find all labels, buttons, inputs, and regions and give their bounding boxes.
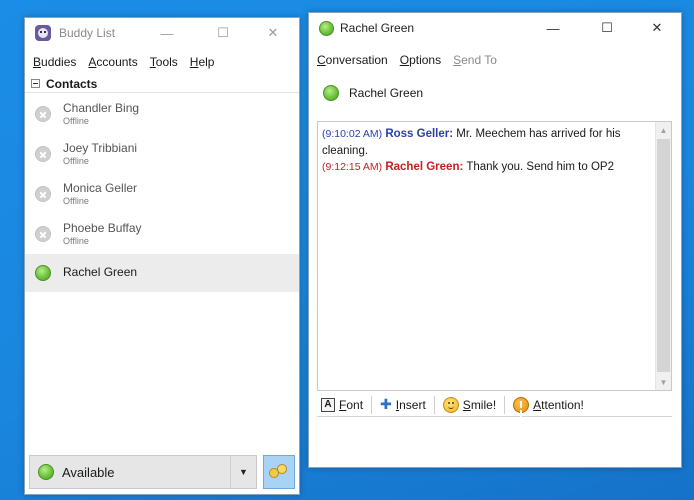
buddy-list-title: Buddy List [59,26,116,40]
buddy-list-menubar: Buddies Accounts Tools Help [25,51,299,73]
group-label: Contacts [46,76,98,91]
conversation-title: Rachel Green [340,21,415,35]
menu-conversation[interactable]: Conversation [317,53,388,67]
buddy-list-titlebar[interactable]: Buddy List — ☐ ✕ [25,18,299,48]
buddy-status: Offline [63,115,89,126]
menu-send-to[interactable]: Send To [453,53,497,67]
menu-accounts[interactable]: Accounts [88,55,137,69]
insert-icon: ✚ [380,396,392,412]
message: (9:10:02 AM) Ross Geller: Mr. Meechem ha… [322,126,649,159]
minimize-button[interactable]: — [145,18,189,48]
buddy-status: Offline [63,235,89,246]
pidgin-icon [35,25,51,41]
status-selector[interactable]: Available ▼ [29,455,257,489]
buddy-name: Rachel Green [63,265,138,280]
offline-status-icon [35,106,51,122]
offline-status-icon [35,226,51,242]
message: (9:12:15 AM) Rachel Green: Thank you. Se… [322,159,649,176]
close-button[interactable]: ✕ [635,13,679,43]
smiley-icon [442,396,459,413]
buddy-name: Phoebe Buffay [63,220,142,235]
conversation-buddy-header: Rachel Green [323,85,423,101]
conversation-titlebar[interactable]: Rachel Green — ☐ ✕ [309,13,681,43]
scroll-down-icon[interactable]: ▼ [656,374,671,390]
buddy-name: Monica Geller [63,180,138,195]
smile-button[interactable]: Smile! [439,394,500,416]
available-status-icon [35,265,51,281]
buddy-item-monica[interactable]: Monica Geller Offline [25,175,299,213]
buddy-status: Offline [63,195,89,206]
toolbar-divider [371,395,373,414]
menu-help[interactable]: Help [190,55,215,69]
message-timestamp: (9:12:15 AM) [322,161,383,174]
minimize-button[interactable]: — [531,13,575,43]
attention-icon [513,396,530,413]
menu-options[interactable]: Options [400,53,441,67]
buddy-item-rachel[interactable]: Rachel Green [25,254,299,292]
buddy-name: Chandler Bing [63,100,140,115]
menu-tools[interactable]: Tools [150,55,178,69]
maximize-button[interactable]: ☐ [201,18,245,48]
offline-status-icon [35,186,51,202]
message-timestamp: (9:10:02 AM) [322,128,383,140]
font-button[interactable]: A Font [317,394,367,416]
attention-button[interactable]: Attention! [509,394,588,416]
buddy-name: Joey Tribbiani [63,140,138,155]
buddy-pounce-button[interactable] [263,455,295,489]
close-button[interactable]: ✕ [251,18,295,48]
status-selector-value: Available [62,464,115,480]
message-input[interactable] [317,419,672,463]
format-toolbar: A Font ✚ Insert Smile! Attention! [317,393,672,417]
conversation-buddy-name: Rachel Green [349,86,424,100]
offline-status-icon [35,146,51,162]
menu-buddies[interactable]: Buddies [33,55,76,69]
contacts-group-header[interactable]: Contacts [25,75,299,93]
message-text: Thank you. Send him to OP2 [466,161,614,174]
chevron-down-icon[interactable]: ▼ [230,456,256,488]
scroll-up-icon[interactable]: ▲ [656,122,671,138]
font-icon: A [321,397,335,412]
available-status-icon [319,20,334,36]
history-scrollbar[interactable]: ▲ ▼ [655,122,671,390]
insert-button[interactable]: ✚ Insert [376,394,430,416]
buddy-item-joey[interactable]: Joey Tribbiani Offline [25,135,299,173]
available-status-icon [38,464,54,480]
scroll-thumb[interactable] [657,139,670,372]
collapse-icon[interactable] [31,79,40,88]
toolbar-divider [433,395,435,414]
message-sender: Ross Geller: [385,128,454,140]
conversation-menubar: Conversation Options Send To [309,49,681,71]
buddy-status: Offline [63,155,89,166]
maximize-button[interactable]: ☐ [585,13,629,43]
message-sender: Rachel Green: [385,161,464,174]
buddy-pounce-icon [269,464,289,480]
buddy-item-chandler[interactable]: Chandler Bing Offline [25,95,299,133]
message-history[interactable]: (9:10:02 AM) Ross Geller: Mr. Meechem ha… [317,121,672,391]
conversation-window: Rachel Green — ☐ ✕ Conversation Options … [308,12,682,468]
buddy-item-phoebe[interactable]: Phoebe Buffay Offline [25,215,299,253]
toolbar-divider [504,395,506,414]
available-status-icon [323,85,339,101]
buddy-list-window: Buddy List — ☐ ✕ Buddies Accounts Tools … [24,17,300,495]
